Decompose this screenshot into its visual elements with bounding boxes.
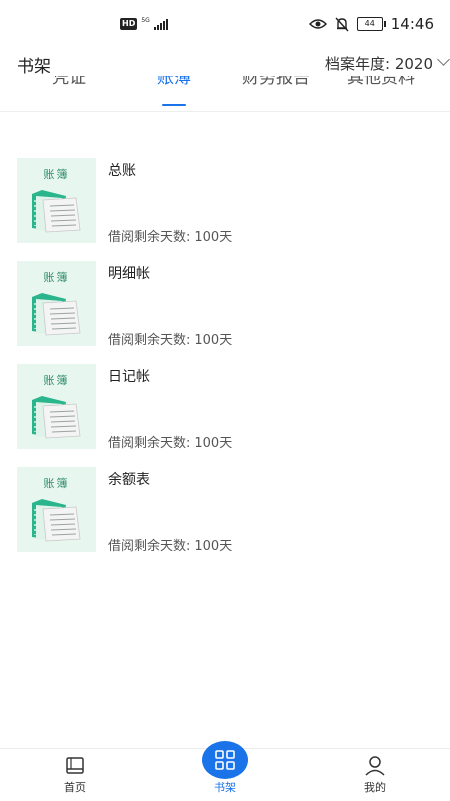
nav-home-label: 首页 <box>64 781 86 794</box>
nav-bookshelf[interactable]: 书架 <box>180 741 270 801</box>
remaining-value: 100天 <box>194 230 233 245</box>
category-tabs: 凭证 账薄 财务报告 其他资料 <box>0 76 450 112</box>
year-label: 档案年度: 2020 <box>325 55 433 73</box>
book-list: 账簿 总账 借阅剩余天数: 100天 账簿 明细帐 借阅剩余天数: 100天 账… <box>0 158 450 570</box>
book-name: 明细帐 <box>108 266 150 282</box>
remaining-value: 100天 <box>194 436 233 451</box>
remaining-days: 借阅剩余天数: 100天 <box>108 535 232 554</box>
signal-icon <box>153 18 168 30</box>
year-selector[interactable]: 档案年度: 2020 <box>325 53 450 74</box>
tab-other-materials[interactable]: 其他资料 <box>347 76 415 88</box>
remaining-label: 借阅剩余天数: <box>108 230 191 245</box>
book-cover: 账簿 <box>17 158 96 243</box>
remaining-value: 100天 <box>194 333 233 348</box>
remaining-days: 借阅剩余天数: 100天 <box>108 226 232 245</box>
book-name: 余额表 <box>108 472 150 488</box>
bookshelf-fab[interactable] <box>202 741 248 779</box>
active-tab-indicator <box>162 104 186 106</box>
tab-vouchers[interactable]: 凭证 <box>52 76 86 88</box>
book-cover: 账簿 <box>17 467 96 552</box>
battery-icon: 44 <box>356 17 386 31</box>
ledger-icon <box>32 190 81 233</box>
list-item[interactable]: 账簿 余额表 借阅剩余天数: 100天 <box>0 467 450 570</box>
hd-badge: HD <box>120 18 138 30</box>
book-name: 日记帐 <box>108 369 150 385</box>
mute-bell-icon <box>335 17 349 31</box>
cover-title: 账簿 <box>43 271 70 284</box>
list-item[interactable]: 账簿 日记帐 借阅剩余天数: 100天 <box>0 364 450 467</box>
ledger-icon <box>32 293 81 336</box>
clock: 14:46 <box>390 15 434 33</box>
page-title: 书架 <box>17 57 51 77</box>
remaining-label: 借阅剩余天数: <box>108 333 191 348</box>
status-bar: HD 5G 44 14:46 <box>0 0 450 52</box>
list-item[interactable]: 账簿 总账 借阅剩余天数: 100天 <box>0 158 450 261</box>
ledger-icon <box>32 499 81 542</box>
list-item[interactable]: 账簿 明细帐 借阅剩余天数: 100天 <box>0 261 450 364</box>
nav-profile-label: 我的 <box>364 781 386 794</box>
remaining-days: 借阅剩余天数: 100天 <box>108 329 232 348</box>
network-indicators: HD 5G <box>120 18 168 30</box>
tab-financial-reports[interactable]: 财务报告 <box>242 76 310 88</box>
network-type: 5G <box>141 17 150 24</box>
chevron-down-icon <box>437 53 450 66</box>
book-cover: 账簿 <box>17 261 96 346</box>
cover-title: 账簿 <box>43 477 70 490</box>
bottom-nav: 首页 书架 我的 <box>0 741 450 801</box>
nav-profile[interactable]: 我的 <box>330 749 420 801</box>
cover-title: 账簿 <box>43 168 70 181</box>
tab-ledgers[interactable]: 账薄 <box>157 76 191 88</box>
nav-bookshelf-label: 书架 <box>214 781 236 794</box>
book-icon <box>66 757 84 774</box>
user-icon <box>365 756 385 776</box>
remaining-value: 100天 <box>194 539 233 554</box>
cover-title: 账簿 <box>43 374 70 387</box>
book-cover: 账簿 <box>17 364 96 449</box>
ledger-icon <box>32 396 81 439</box>
remaining-label: 借阅剩余天数: <box>108 436 191 451</box>
grid-icon <box>215 750 235 770</box>
remaining-label: 借阅剩余天数: <box>108 539 191 554</box>
app-header: 书架 档案年度: 2020 <box>0 52 450 77</box>
book-name: 总账 <box>108 163 136 179</box>
remaining-days: 借阅剩余天数: 100天 <box>108 432 232 451</box>
nav-home[interactable]: 首页 <box>30 749 120 801</box>
eye-icon <box>308 19 327 29</box>
